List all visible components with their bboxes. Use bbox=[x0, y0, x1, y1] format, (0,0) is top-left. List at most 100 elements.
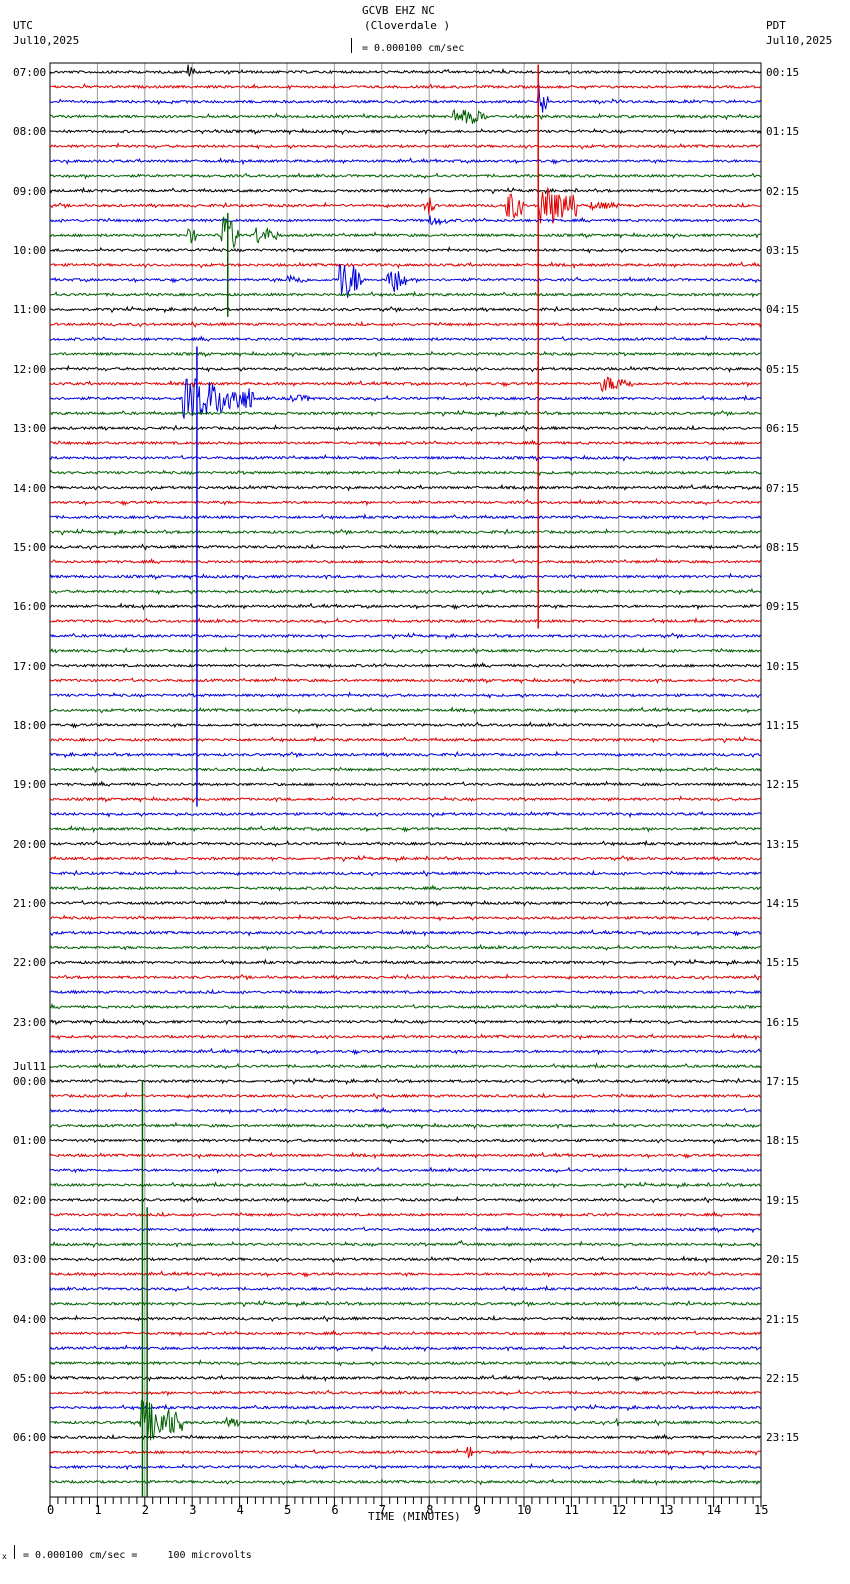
trace-28 bbox=[49, 483, 762, 492]
right-hour-label: 14:15 bbox=[766, 897, 800, 911]
right-hour-label: 09:15 bbox=[766, 600, 800, 614]
trace-68 bbox=[49, 1077, 761, 1086]
right-hour-label: 12:15 bbox=[766, 778, 800, 792]
trace-1 bbox=[49, 82, 762, 91]
trace-71 bbox=[49, 1121, 762, 1130]
trace-6 bbox=[49, 157, 762, 166]
left-hour-label: 15:00 bbox=[13, 540, 47, 554]
trace-41 bbox=[49, 676, 762, 685]
trace-91 bbox=[49, 1399, 762, 1441]
trace-30 bbox=[49, 513, 762, 521]
trace-94 bbox=[49, 1462, 762, 1471]
trace-5 bbox=[49, 142, 762, 150]
left-hour-label: 02:00 bbox=[13, 1193, 47, 1207]
left-hour-label: 07:00 bbox=[13, 66, 47, 79]
trace-78 bbox=[49, 1225, 762, 1234]
trace-19 bbox=[49, 350, 762, 358]
trace-77 bbox=[49, 1210, 762, 1219]
left-hour-label: 06:00 bbox=[13, 1431, 47, 1445]
right-hour-label: 04:15 bbox=[766, 303, 800, 317]
x-tick-label: 6 bbox=[331, 1503, 339, 1517]
date-change-label: Jul11 bbox=[13, 1060, 47, 1074]
trace-32 bbox=[49, 543, 762, 551]
right-hour-label: 17:15 bbox=[766, 1075, 800, 1089]
left-hour-label: 10:00 bbox=[13, 244, 47, 258]
trace-74 bbox=[49, 1166, 762, 1175]
x-tick-label: 15 bbox=[754, 1503, 769, 1517]
trace-31 bbox=[50, 527, 762, 536]
trace-26 bbox=[49, 453, 762, 462]
left-hour-label: 00:00 bbox=[13, 1075, 47, 1089]
trace-70 bbox=[49, 1107, 762, 1115]
trace-85 bbox=[49, 1329, 762, 1337]
trace-52 bbox=[49, 839, 762, 848]
left-hour-label: 09:00 bbox=[13, 184, 47, 198]
x-tick-label: 1 bbox=[94, 1503, 102, 1517]
trace-63 bbox=[49, 1002, 762, 1010]
trace-90 bbox=[49, 1403, 762, 1412]
trace-9 bbox=[49, 186, 762, 224]
right-hour-label: 10:15 bbox=[766, 659, 800, 673]
trace-93 bbox=[49, 1446, 762, 1459]
trace-0 bbox=[49, 64, 762, 77]
right-hour-label: 07:15 bbox=[766, 481, 800, 495]
trace-55 bbox=[49, 884, 762, 892]
trace-50 bbox=[49, 810, 762, 819]
footer-scale-bar-icon bbox=[14, 1545, 15, 1559]
right-hour-label: 01:15 bbox=[766, 125, 800, 139]
trace-36 bbox=[49, 602, 762, 611]
trace-79 bbox=[49, 1239, 762, 1249]
trace-84 bbox=[49, 1314, 762, 1323]
trace-38 bbox=[49, 632, 762, 640]
trace-73 bbox=[49, 1151, 762, 1160]
right-hour-label: 03:15 bbox=[766, 244, 800, 258]
right-hour-label: 21:15 bbox=[766, 1312, 800, 1326]
trace-12 bbox=[49, 245, 762, 254]
trace-10 bbox=[49, 215, 761, 227]
trace-44 bbox=[49, 721, 762, 729]
trace-65 bbox=[49, 1032, 762, 1041]
right-hour-label: 19:15 bbox=[766, 1193, 800, 1207]
trace-82 bbox=[49, 1284, 761, 1293]
trace-89 bbox=[49, 1388, 762, 1397]
trace-16 bbox=[49, 305, 762, 314]
trace-92 bbox=[50, 1433, 762, 1441]
x-tick-label: 9 bbox=[473, 1503, 481, 1517]
left-hour-label: 17:00 bbox=[13, 659, 47, 673]
left-hour-label: 22:00 bbox=[13, 956, 47, 970]
trace-14 bbox=[49, 263, 762, 298]
trace-29 bbox=[49, 498, 762, 507]
trace-24 bbox=[49, 423, 762, 432]
trace-81 bbox=[49, 1270, 762, 1278]
trace-20 bbox=[49, 364, 762, 373]
trace-18 bbox=[49, 335, 761, 342]
trace-17 bbox=[49, 320, 762, 328]
trace-48 bbox=[49, 780, 761, 787]
left-hour-label: 05:00 bbox=[13, 1371, 47, 1385]
trace-15 bbox=[49, 290, 762, 299]
trace-72 bbox=[49, 1136, 761, 1145]
left-hour-label: 12:00 bbox=[13, 362, 47, 376]
trace-75 bbox=[49, 1180, 762, 1190]
left-hour-label: 14:00 bbox=[13, 481, 47, 495]
right-hour-label: 22:15 bbox=[766, 1371, 800, 1385]
trace-62 bbox=[49, 988, 762, 996]
right-hour-label: 16:15 bbox=[766, 1015, 800, 1029]
x-tick-label: 2 bbox=[141, 1503, 150, 1517]
trace-45 bbox=[50, 735, 762, 744]
trace-49 bbox=[49, 795, 762, 803]
trace-95 bbox=[49, 1477, 762, 1487]
trace-60 bbox=[50, 958, 762, 967]
trace-53 bbox=[49, 854, 762, 863]
right-hour-label: 11:15 bbox=[766, 718, 800, 732]
trace-34 bbox=[49, 572, 762, 581]
right-hour-label: 23:15 bbox=[766, 1431, 800, 1445]
right-hour-label: 02:15 bbox=[766, 184, 800, 198]
trace-3 bbox=[49, 108, 762, 124]
helicorder: GCVB EHZ NC (Cloverdale ) UTC Jul10,2025… bbox=[0, 0, 850, 1584]
trace-87 bbox=[49, 1358, 762, 1367]
right-hour-label: 06:15 bbox=[766, 422, 800, 436]
left-hour-label: 23:00 bbox=[13, 1015, 47, 1029]
left-hour-label: 18:00 bbox=[13, 718, 47, 732]
trace-21 bbox=[49, 376, 762, 393]
